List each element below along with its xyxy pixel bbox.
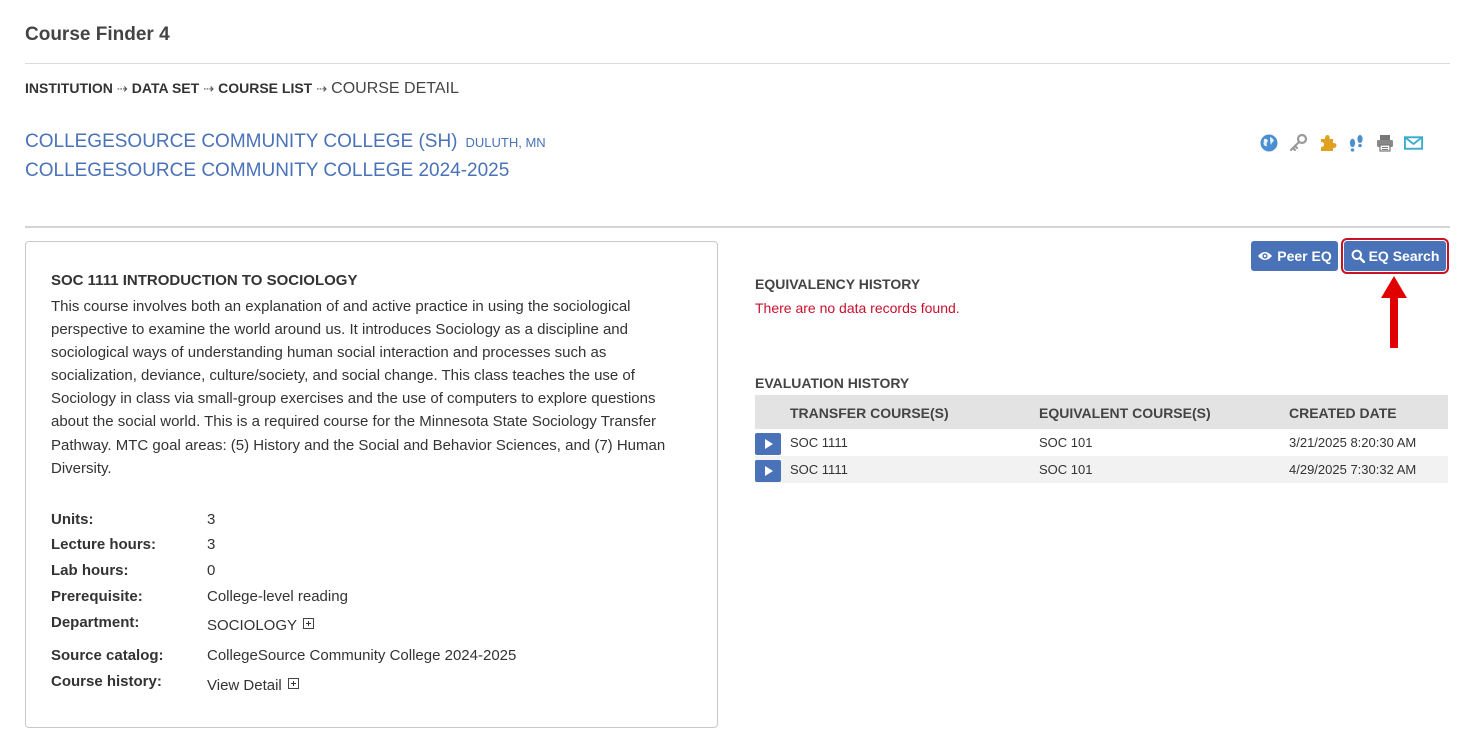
expand-plus-icon[interactable] [303, 618, 315, 629]
cell-equivalent: SOC 101 [1039, 462, 1093, 477]
eq-search-label: EQ Search [1368, 248, 1440, 264]
globe-icon[interactable] [1258, 132, 1279, 153]
table-row: SOC 1111 SOC 101 3/21/2025 8:20:30 AM [755, 429, 1448, 456]
breadcrumb-separator: ⇢ [203, 81, 215, 96]
breadcrumb-institution[interactable]: INSTITUTION [25, 80, 113, 96]
breadcrumb-current: COURSE DETAIL [331, 80, 459, 97]
attr-value: 0 [207, 562, 216, 579]
annotation-arrow [1381, 276, 1407, 348]
attr-label: Source catalog: [51, 647, 164, 664]
course-detail-panel: SOC 1111 INTRODUCTION TO SOCIOLOGY This … [25, 241, 718, 728]
catalog-name-link[interactable]: COLLEGESOURCE COMMUNITY COLLEGE 2024-202… [25, 160, 509, 182]
attr-value: 3 [207, 511, 216, 528]
attr-value: CollegeSource Community College 2024-202… [207, 647, 517, 664]
toolbar-icons [1258, 132, 1424, 153]
peer-eq-label: Peer EQ [1277, 248, 1332, 264]
column-header-created: CREATED DATE [1289, 405, 1397, 421]
table-row: SOC 1111 SOC 101 4/29/2025 7:30:32 AM [755, 456, 1448, 483]
section-divider [25, 226, 1450, 228]
attr-value: SOCIOLOGY [207, 617, 315, 634]
expand-plus-icon[interactable] [287, 678, 299, 689]
breadcrumb-separator: ⇢ [116, 81, 128, 96]
search-icon [1351, 249, 1365, 263]
cell-transfer: SOC 1111 [790, 462, 848, 477]
breadcrumb-data-set[interactable]: DATA SET [132, 80, 199, 96]
breadcrumb-separator: ⇢ [316, 81, 328, 96]
course-description: This course involves both an explanation… [51, 298, 666, 477]
cell-created: 3/21/2025 8:20:30 AM [1289, 435, 1417, 450]
printer-icon[interactable] [1374, 132, 1395, 153]
mail-icon[interactable] [1403, 132, 1424, 153]
attr-label: Department: [51, 614, 140, 631]
attr-label: Course history: [51, 673, 162, 690]
app-title: Course Finder 4 [25, 24, 170, 45]
course-title: SOC 1111 INTRODUCTION TO SOCIOLOGY [51, 272, 358, 289]
puzzle-icon[interactable] [1316, 132, 1337, 153]
table-header: TRANSFER COURSE(S) EQUIVALENT COURSE(S) … [755, 395, 1448, 429]
eye-icon [1258, 252, 1273, 260]
expand-row-play-icon[interactable] [755, 433, 781, 455]
expand-row-play-icon[interactable] [755, 460, 781, 482]
attr-value: View Detail [207, 677, 299, 694]
evaluation-history-heading: EVALUATION HISTORY [755, 375, 910, 391]
institution-location: DULUTH, MN [465, 135, 546, 150]
breadcrumb: INSTITUTION ⇢ DATA SET ⇢ COURSE LIST ⇢ C… [25, 80, 459, 98]
view-detail-link[interactable]: View Detail [207, 677, 282, 694]
eq-search-button[interactable]: EQ Search [1341, 238, 1449, 274]
institution-line: COLLEGESOURCE COMMUNITY COLLEGE (SH) DUL… [25, 131, 546, 153]
department-value: SOCIOLOGY [207, 617, 298, 634]
cell-equivalent: SOC 101 [1039, 435, 1093, 450]
peer-eq-button[interactable]: Peer EQ [1251, 241, 1338, 271]
cell-created: 4/29/2025 7:30:32 AM [1289, 462, 1417, 477]
key-icon[interactable] [1287, 132, 1308, 153]
attr-label: Prerequisite: [51, 588, 143, 605]
header-divider [25, 63, 1450, 64]
attr-label: Units: [51, 511, 94, 528]
evaluation-history-table: TRANSFER COURSE(S) EQUIVALENT COURSE(S) … [755, 395, 1448, 483]
footprints-icon[interactable] [1345, 132, 1366, 153]
column-header-equivalent: EQUIVALENT COURSE(S) [1039, 405, 1211, 421]
equivalency-history-heading: EQUIVALENCY HISTORY [755, 276, 921, 292]
attr-value: College-level reading [207, 588, 348, 605]
attr-label: Lab hours: [51, 562, 129, 579]
no-data-message: There are no data records found. [755, 300, 960, 316]
breadcrumb-course-list[interactable]: COURSE LIST [218, 80, 312, 96]
institution-name-link[interactable]: COLLEGESOURCE COMMUNITY COLLEGE (SH) [25, 131, 458, 153]
attr-label: Lecture hours: [51, 536, 157, 553]
column-header-transfer: TRANSFER COURSE(S) [790, 405, 949, 421]
cell-transfer: SOC 1111 [790, 435, 848, 450]
attr-value: 3 [207, 536, 216, 553]
